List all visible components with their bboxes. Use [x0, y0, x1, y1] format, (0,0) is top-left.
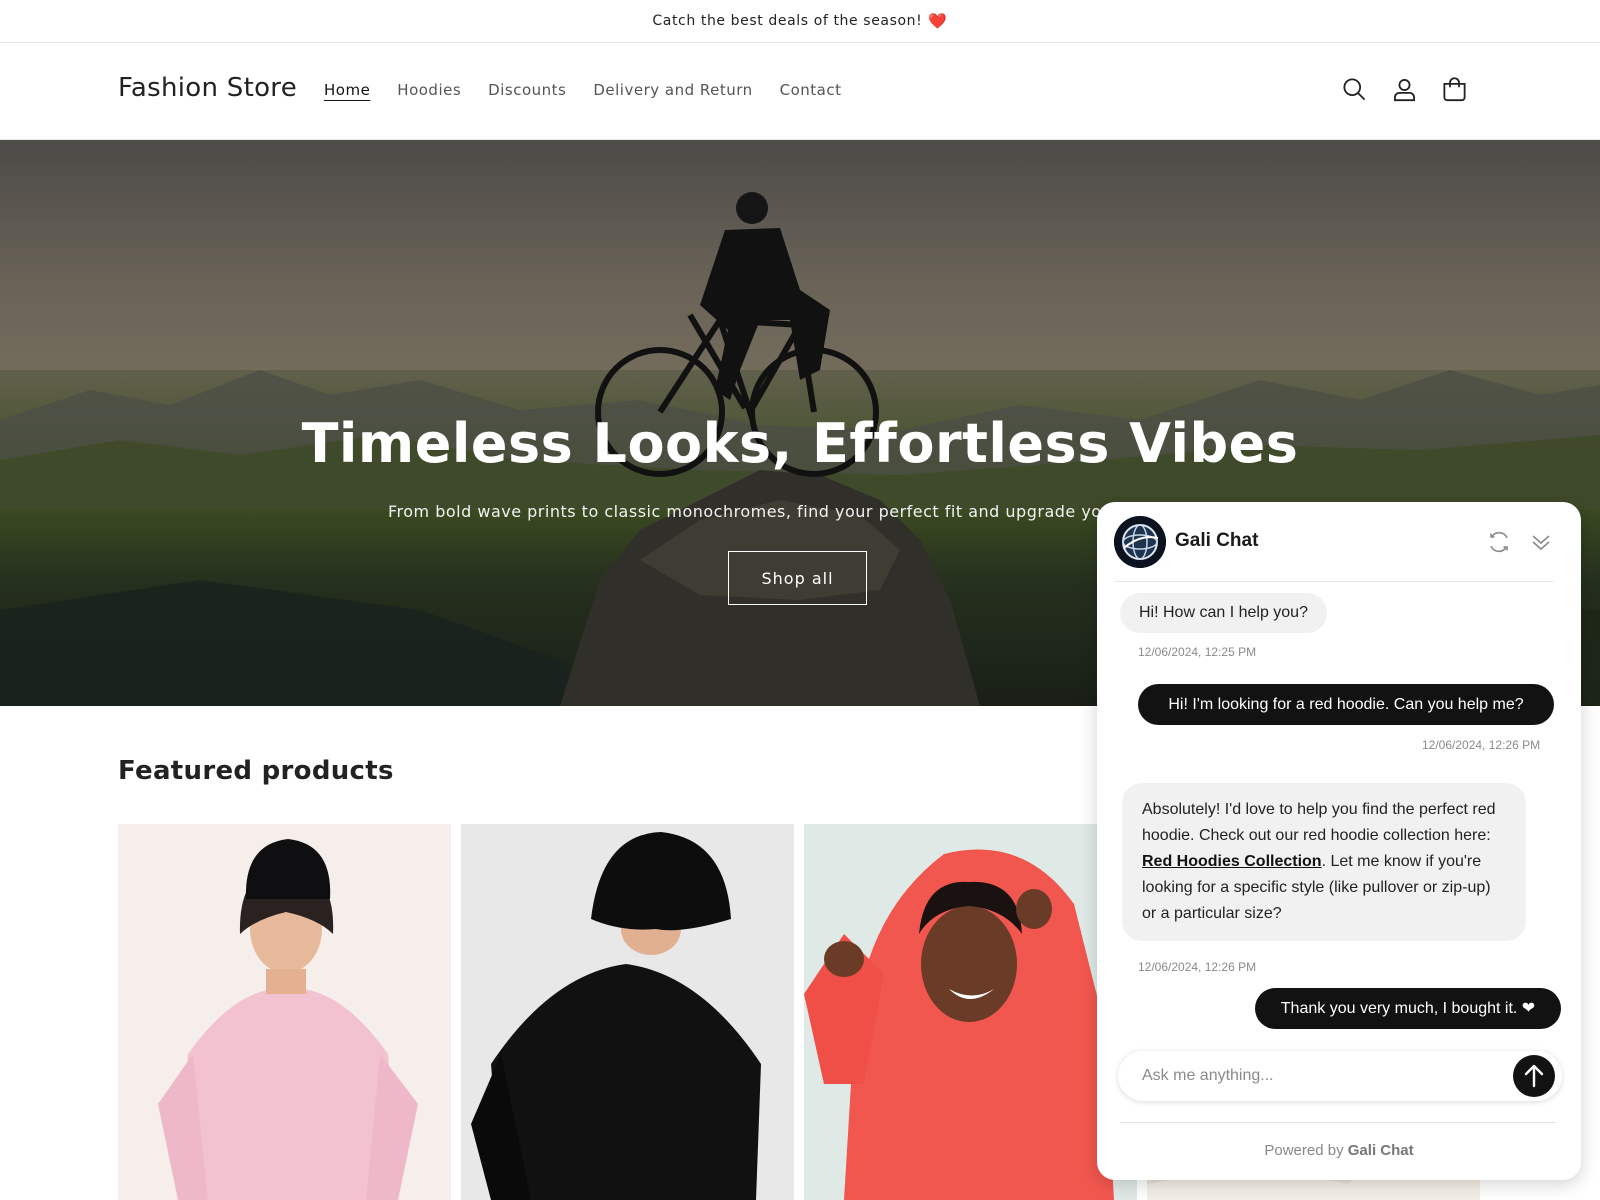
message-text: Absolutely! I'd love to help you find th…	[1142, 801, 1496, 844]
chat-message-bot: Absolutely! I'd love to help you find th…	[1122, 783, 1526, 941]
product-card[interactable]	[118, 824, 451, 1200]
chat-message-user: Hi! I'm looking for a red hoodie. Can yo…	[1138, 684, 1554, 725]
main-nav: Home Hoodies Discounts Delivery and Retu…	[324, 81, 869, 99]
shop-all-button[interactable]: Shop all	[728, 551, 867, 605]
nav-discounts[interactable]: Discounts	[488, 81, 566, 99]
header-icons	[1341, 76, 1468, 103]
refresh-icon[interactable]	[1487, 530, 1511, 554]
message-text: Hi! I'm looking for a red hoodie. Can yo…	[1168, 696, 1524, 713]
powered-by-brand[interactable]: Gali Chat	[1348, 1142, 1414, 1159]
chat-message-bot: Hi! How can I help you?	[1120, 593, 1327, 633]
product-card[interactable]	[461, 824, 794, 1200]
chat-header: Gali Chat	[1114, 516, 1554, 582]
nav-delivery-and-return[interactable]: Delivery and Return	[593, 81, 752, 99]
hero-subtitle: From bold wave prints to classic monochr…	[388, 502, 1136, 521]
store-logo[interactable]: Fashion Store	[118, 73, 297, 103]
arrow-up-icon	[1524, 1064, 1544, 1088]
product-image-black-sweater	[461, 824, 794, 1200]
product-card[interactable]	[804, 824, 1137, 1200]
chat-title: Gali Chat	[1175, 530, 1259, 551]
product-image-pink-sweater	[118, 824, 451, 1200]
powered-by: Powered by Gali Chat	[1097, 1142, 1581, 1159]
heart-icon: ❤️	[928, 12, 948, 30]
chat-widget: Gali Chat Hi! How can I help you? 12/06/…	[1097, 502, 1581, 1180]
hero-title: Timeless Looks, Effortless Vibes	[301, 412, 1299, 475]
send-button[interactable]	[1513, 1055, 1555, 1097]
nav-hoodies[interactable]: Hoodies	[397, 81, 461, 99]
message-text: Thank you very much, I bought it. ❤	[1280, 1000, 1536, 1017]
message-timestamp: 12/06/2024, 12:25 PM	[1138, 645, 1257, 659]
collapse-chevron-icon[interactable]	[1529, 530, 1553, 554]
chat-message-user: Thank you very much, I bought it. ❤	[1255, 988, 1561, 1029]
message-timestamp: 12/06/2024, 12:26 PM	[1138, 960, 1257, 974]
announcement-text: Catch the best deals of the season!	[652, 13, 923, 29]
announcement-bar: Catch the best deals of the season! ❤️	[0, 0, 1600, 43]
chat-input[interactable]	[1118, 1051, 1498, 1101]
red-hoodies-collection-link[interactable]: Red Hoodies Collection	[1142, 853, 1322, 870]
message-text: Hi! How can I help you?	[1139, 604, 1308, 621]
featured-products-heading: Featured products	[118, 756, 394, 786]
chat-input-container	[1118, 1051, 1562, 1101]
powered-by-prefix: Powered by	[1264, 1142, 1344, 1159]
product-image-red-hoodie	[804, 824, 1137, 1200]
search-icon[interactable]	[1341, 76, 1368, 103]
site-header: Fashion Store Home Hoodies Discounts Del…	[0, 43, 1600, 140]
nav-contact[interactable]: Contact	[780, 81, 842, 99]
message-timestamp: 12/06/2024, 12:26 PM	[1422, 738, 1541, 752]
cart-icon[interactable]	[1441, 76, 1468, 103]
nav-home[interactable]: Home	[324, 81, 370, 99]
chat-divider	[1120, 1122, 1556, 1123]
account-icon[interactable]	[1391, 76, 1418, 103]
globe-logo-icon	[1114, 516, 1166, 568]
chat-avatar	[1114, 516, 1166, 568]
